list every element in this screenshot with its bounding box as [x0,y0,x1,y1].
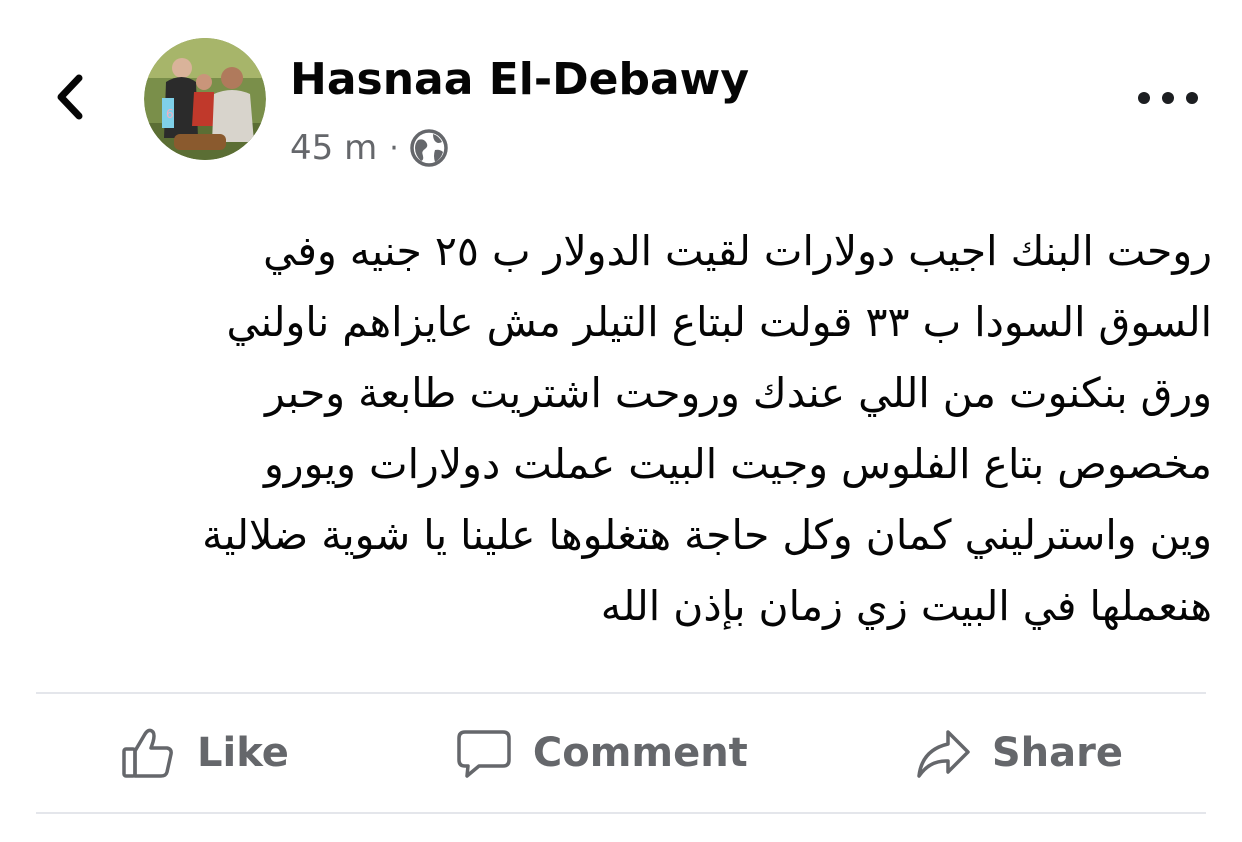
thumbs-up-icon [122,728,173,778]
more-options-button[interactable] [1138,80,1198,116]
post-timestamp[interactable]: 45 m [290,128,377,168]
comment-icon [457,730,511,778]
post-action-bar: Like Comment Share [36,694,1206,812]
post-text-line: مخصوص بتاع الفلوس وجيت البيت عملت دولارا… [263,440,1212,488]
like-button[interactable]: Like [119,724,289,782]
svg-text:6: 6 [166,107,174,121]
author-name[interactable]: Hasnaa El-Debawy [290,52,749,108]
share-icon [917,730,970,778]
avatar[interactable]: 6 [144,38,266,160]
chevron-left-icon [57,74,83,120]
divider [36,812,1206,814]
meta-separator: · [389,130,399,166]
post-meta: 45 m · [290,124,449,172]
post-text-line: وين واسترليني كمان وكل حاجة هتغلوها علين… [202,511,1212,559]
globe-icon [410,129,448,167]
comment-button[interactable]: Comment [455,724,748,782]
post-text-line: ورق بنكنوت من اللي عندك وروحت اشتريت طاب… [264,369,1212,417]
comment-label: Comment [532,730,748,776]
like-label: Like [197,730,289,776]
more-horizontal-icon [1162,92,1174,104]
post-text-line: السوق السودا ب ٣٣ قولت لبتاع التيلر مش ع… [226,298,1213,346]
back-button[interactable] [48,72,92,122]
profile-photo: 6 [144,38,266,160]
more-horizontal-icon [1138,92,1150,104]
post-text: روحت البنك اجيب دولارات لقيت الدولار ب ٢… [34,216,1212,642]
post-text-line: هنعملها في البيت زي زمان بإذن الله [600,582,1212,630]
share-button[interactable]: Share [914,724,1123,782]
share-label: Share [991,730,1123,776]
more-horizontal-icon [1186,92,1198,104]
post-text-line: روحت البنك اجيب دولارات لقيت الدولار ب ٢… [263,227,1212,275]
